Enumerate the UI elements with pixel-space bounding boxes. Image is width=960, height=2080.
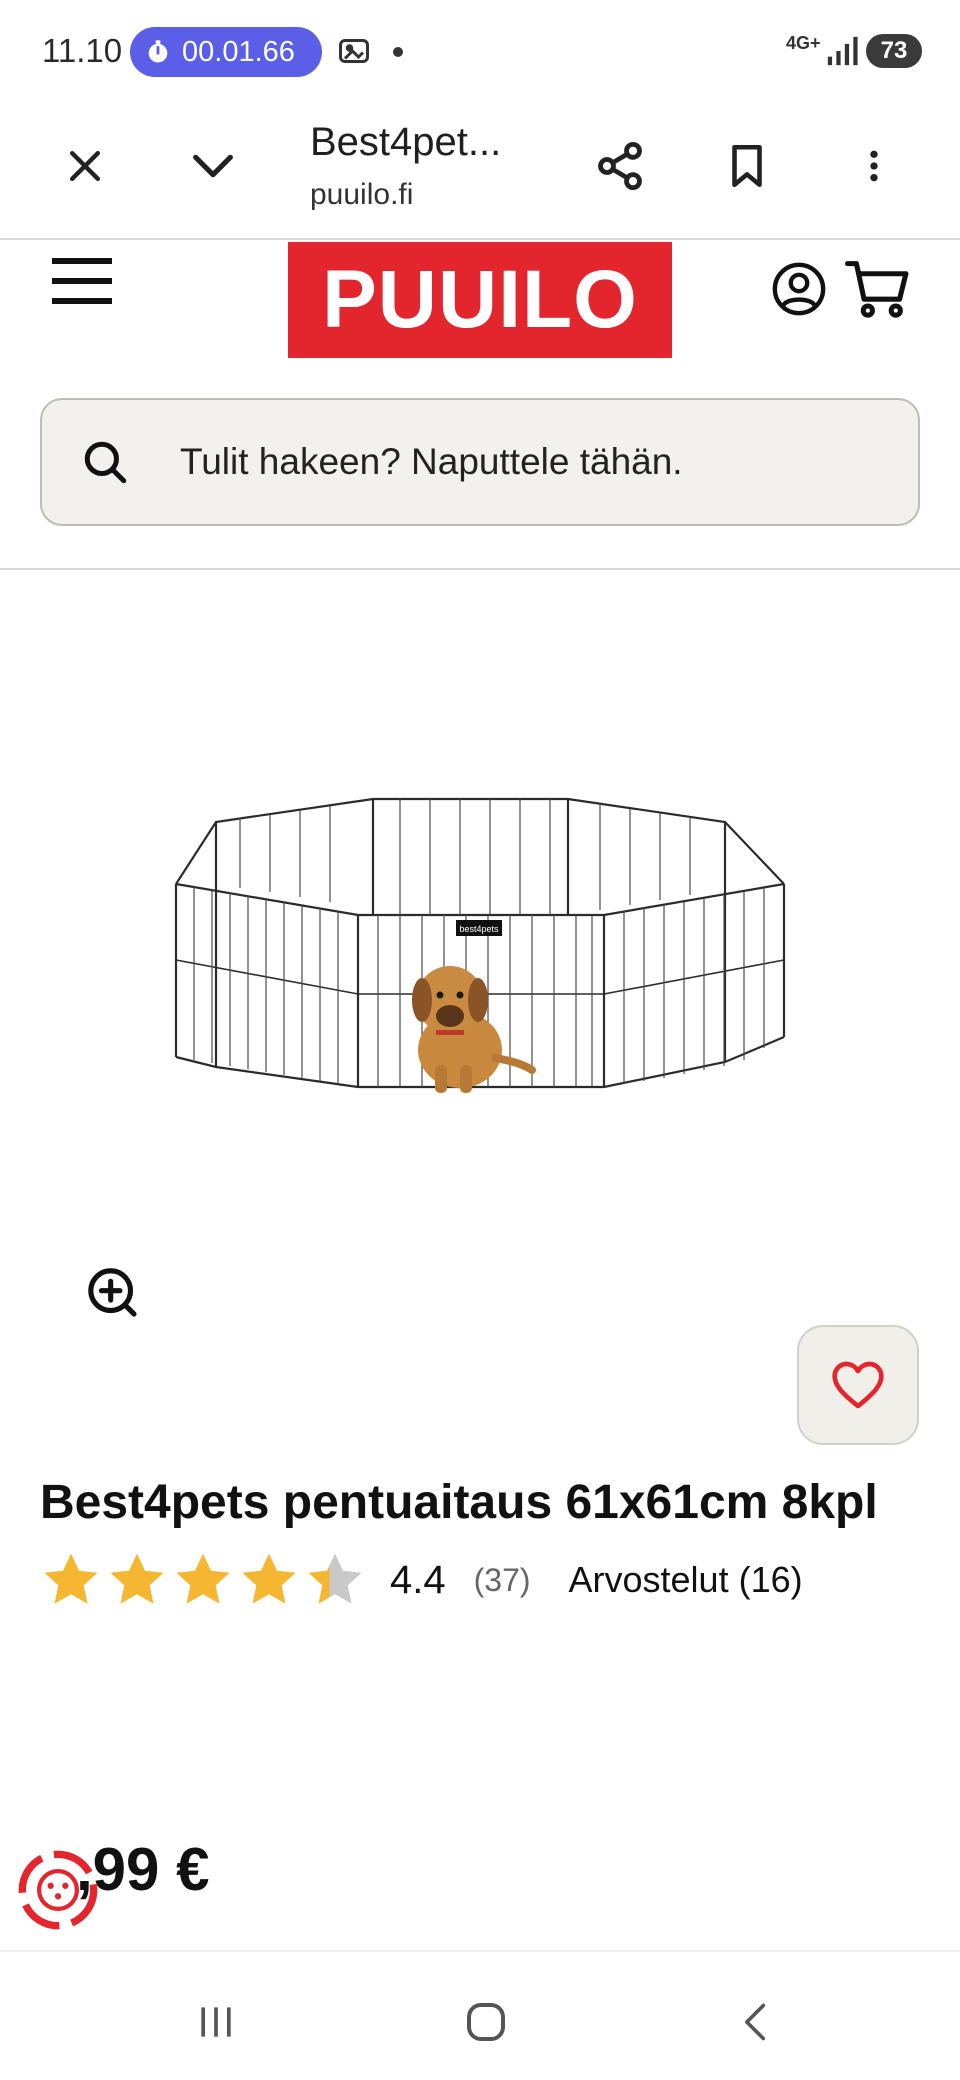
- share-icon: [598, 141, 642, 191]
- site-header: PUUILO: [0, 240, 960, 570]
- loyalty-badge-icon[interactable]: [16, 1848, 100, 1932]
- star-icon: [110, 1553, 164, 1604]
- page-title[interactable]: Best4pet...: [310, 120, 501, 165]
- back-icon: [745, 2003, 766, 2041]
- bookmark-button[interactable]: [717, 136, 777, 196]
- rating-count: (37): [473, 1561, 531, 1598]
- product-image[interactable]: best4pets: [160, 780, 800, 1180]
- notification-dot: [393, 47, 403, 57]
- bookmark-icon: [732, 144, 762, 188]
- screenshot-icon: [339, 39, 369, 63]
- search-input[interactable]: [180, 441, 860, 483]
- account-icon[interactable]: [770, 260, 828, 318]
- status-time: 11.10: [42, 32, 123, 69]
- star-icon: [242, 1553, 296, 1604]
- home-button[interactable]: [454, 1990, 518, 2054]
- browser-toolbar: Best4pet... puuilo.fi: [0, 100, 960, 240]
- hamburger-menu-icon[interactable]: [48, 252, 116, 312]
- back-button[interactable]: [724, 1990, 788, 2054]
- search-bar[interactable]: [40, 398, 920, 526]
- shopping-cart-icon[interactable]: [845, 258, 911, 320]
- network-type: 4G+: [786, 33, 821, 53]
- timer-value: 00.01.66: [182, 35, 295, 68]
- home-icon: [467, 2003, 505, 2041]
- product-title: Best4pets pentuaitaus 61x61cm 8kpl: [40, 1476, 878, 1529]
- close-icon: [69, 150, 101, 182]
- star-icon: [44, 1553, 98, 1604]
- more-options-button[interactable]: [844, 136, 904, 196]
- reviews-link[interactable]: Arvostelut (16): [569, 1559, 803, 1601]
- system-nav-bar: [0, 1950, 960, 2080]
- rating-row[interactable]: 4.4 (37) Arvostelut (16): [40, 1548, 803, 1612]
- favorite-button[interactable]: [797, 1325, 919, 1445]
- puuilo-logo[interactable]: PUUILO: [288, 242, 672, 358]
- star-icon: [176, 1553, 230, 1604]
- heart-icon: [832, 1361, 884, 1409]
- logo-text: PUUILO: [322, 254, 638, 345]
- star-icon: [308, 1553, 362, 1604]
- stopwatch-icon: [148, 40, 168, 63]
- recents-icon: [201, 2007, 231, 2037]
- product-brand-tag: best4pets: [459, 924, 499, 934]
- search-icon: [84, 441, 127, 484]
- zoom-in-icon[interactable]: [85, 1265, 141, 1321]
- puppy-figure: [412, 966, 536, 1093]
- more-vert-icon: [870, 150, 878, 182]
- timer-pill[interactable]: 00.01.66: [130, 27, 322, 77]
- star-rating: [40, 1549, 366, 1611]
- status-bar: 11.10 00.01.66 4G+ 73: [0, 0, 960, 100]
- battery-indicator: 73: [866, 34, 922, 68]
- chevron-down-icon: [193, 154, 233, 178]
- recents-button[interactable]: [184, 1990, 248, 2054]
- rating-value: 4.4: [390, 1557, 446, 1602]
- page-url[interactable]: puuilo.fi: [310, 178, 413, 212]
- close-tab-button[interactable]: [55, 136, 115, 196]
- minimize-button[interactable]: [183, 136, 243, 196]
- battery-level: 73: [880, 37, 908, 64]
- signal-icon: [827, 36, 858, 66]
- share-button[interactable]: [590, 136, 650, 196]
